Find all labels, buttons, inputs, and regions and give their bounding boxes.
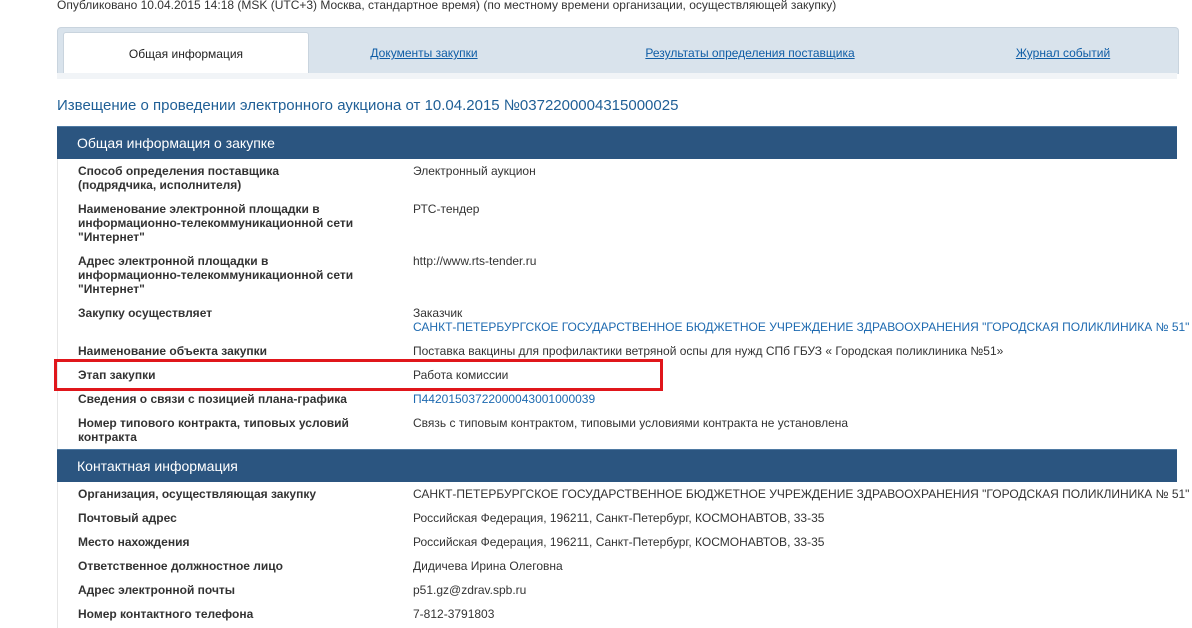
stage-highlight-box xyxy=(54,359,663,391)
row-value-phone: 7-812-3791803 xyxy=(413,607,495,621)
tab-bar: Общая информация Документы закупки Резул… xyxy=(57,27,1179,75)
purchaser-org-link[interactable]: САНКТ-ПЕТЕРБУРГСКОЕ ГОСУДАРСТВЕННОЕ БЮДЖ… xyxy=(413,320,1189,334)
row-value-org: САНКТ-ПЕТЕРБУРГСКОЕ ГОСУДАРСТВЕННОЕ БЮДЖ… xyxy=(413,487,1190,501)
row-value-contract: Связь с типовым контрактом, типовыми усл… xyxy=(413,416,849,430)
row-label-email: Адрес электронной почты xyxy=(78,583,236,597)
tab-documents[interactable]: Документы закупки xyxy=(358,28,490,74)
row-label-responsible: Ответственное должностное лицо xyxy=(78,559,283,573)
tab-supplier-results[interactable]: Результаты определения поставщика xyxy=(630,28,870,74)
row-value-platform-name: РТС-тендер xyxy=(413,202,480,216)
row-label-plan-link: Сведения о связи с позицией плана-график… xyxy=(78,392,347,406)
tab-event-log[interactable]: Журнал событий xyxy=(1008,28,1118,74)
row-value-method: Электронный аукцион xyxy=(413,164,536,178)
row-label-object: Наименование объекта закупки xyxy=(78,344,268,358)
row-label-platform-name: Наименование электронной площадки в инфо… xyxy=(78,202,354,244)
row-label-phone: Номер контактного телефона xyxy=(78,607,254,621)
plan-schedule-link[interactable]: П44201503722000043001000039 xyxy=(413,392,595,406)
published-info: Опубликовано 10.04.2015 14:18 (MSK (UTC+… xyxy=(57,0,837,12)
tab-general-info[interactable]: Общая информация xyxy=(63,32,309,75)
row-value-purchaser-type: Заказчик xyxy=(413,306,463,320)
row-value-object: Поставка вакцины для профилактики ветрян… xyxy=(413,344,1004,358)
row-label-location: Место нахождения xyxy=(78,535,190,549)
section-contacts-header: Контактная информация xyxy=(57,449,1177,482)
row-value-platform-address: http://www.rts-tender.ru xyxy=(413,254,537,268)
section-general-header: Общая информация о закупке xyxy=(57,126,1177,159)
row-value-email: p51.gz@zdrav.spb.ru xyxy=(413,583,527,597)
row-label-postal: Почтовый адрес xyxy=(78,511,177,525)
notice-title: Извещение о проведении электронного аукц… xyxy=(57,97,679,114)
row-value-responsible: Дидичева Ирина Олеговна xyxy=(413,559,563,573)
row-label-purchaser: Закупку осуществляет xyxy=(78,306,213,320)
row-label-method: Способ определения поставщика (подрядчик… xyxy=(78,164,280,192)
section-border xyxy=(57,159,58,628)
row-label-org: Организация, осуществляющая закупку xyxy=(78,487,317,501)
row-label-contract: Номер типового контракта, типовых услови… xyxy=(78,416,349,444)
row-value-location: Российская Федерация, 196211, Санкт-Пете… xyxy=(413,535,825,549)
row-value-postal: Российская Федерация, 196211, Санкт-Пете… xyxy=(413,511,825,525)
tab-underline xyxy=(57,73,1177,79)
row-label-platform-address: Адрес электронной площадки в информацион… xyxy=(78,254,354,296)
